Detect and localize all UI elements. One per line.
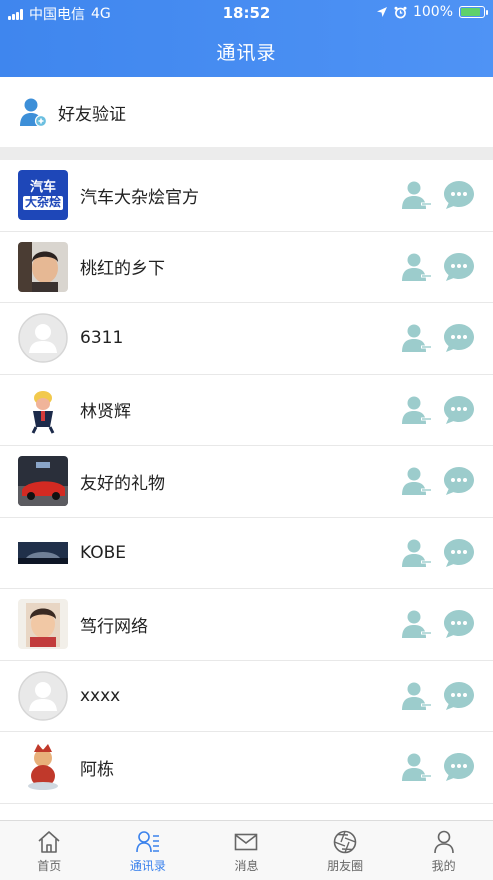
contact-row[interactable]: 桃红的乡下 bbox=[0, 232, 493, 303]
chat-bubble-icon[interactable] bbox=[443, 608, 475, 640]
chat-bubble-icon[interactable] bbox=[443, 751, 475, 783]
contact-row[interactable]: 6311 bbox=[0, 303, 493, 375]
contact-name: 友好的礼物 bbox=[80, 473, 165, 494]
status-right: 100% bbox=[376, 4, 488, 20]
contact-list: 汽车 大杂烩 汽车大杂烩官方 桃红的乡下 6311 林贤辉 友好的礼物 KOBE 笃行网络 xxx… bbox=[0, 160, 493, 820]
contact-avatar[interactable] bbox=[18, 742, 68, 793]
contact-avatar[interactable] bbox=[18, 527, 68, 578]
contact-name: 笃行网络 bbox=[80, 616, 148, 637]
contact-row[interactable]: 友好的礼物 bbox=[0, 446, 493, 518]
section-separator bbox=[0, 147, 493, 160]
alarm-icon bbox=[394, 6, 407, 18]
chat-bubble-icon[interactable] bbox=[443, 465, 475, 497]
tab-home-label: 首页 bbox=[37, 859, 62, 873]
contact-profile-icon[interactable] bbox=[401, 322, 433, 354]
contact-name: xxxx bbox=[80, 685, 121, 706]
tab-bar: 首页 通讯录 消息 朋友圈 我的 bbox=[0, 820, 493, 880]
contact-name: 阿栋 bbox=[80, 759, 114, 780]
contact-name: 汽车大杂烩官方 bbox=[80, 187, 199, 208]
mail-icon bbox=[235, 833, 258, 851]
contacts-icon bbox=[136, 831, 159, 853]
contact-avatar[interactable]: 汽车 大杂烩 bbox=[18, 170, 68, 221]
tab-messages-label: 消息 bbox=[234, 859, 259, 873]
tab-profile-label: 我的 bbox=[431, 859, 456, 873]
tab-contacts-label: 通讯录 bbox=[129, 859, 166, 873]
contact-profile-icon[interactable] bbox=[401, 608, 433, 640]
chat-bubble-icon[interactable] bbox=[443, 537, 475, 569]
contact-profile-icon[interactable] bbox=[401, 394, 433, 426]
contact-name: 6311 bbox=[80, 328, 124, 349]
contact-profile-icon[interactable] bbox=[401, 179, 433, 211]
chat-bubble-icon[interactable] bbox=[443, 394, 475, 426]
contact-avatar[interactable] bbox=[18, 599, 68, 650]
user-add-icon bbox=[20, 98, 48, 128]
tab-messages[interactable]: 消息 bbox=[197, 821, 296, 880]
logo-text-line-1: 汽车 bbox=[29, 179, 56, 195]
top-header: 中国电信 4G 18:52 100% 通讯录 bbox=[0, 0, 493, 77]
aperture-icon bbox=[333, 830, 357, 854]
status-bar: 中国电信 4G 18:52 100% bbox=[0, 0, 493, 26]
contact-profile-icon[interactable] bbox=[401, 680, 433, 712]
chat-bubble-icon[interactable] bbox=[443, 680, 475, 712]
friend-verify-label: 好友验证 bbox=[58, 104, 126, 125]
contact-profile-icon[interactable] bbox=[401, 537, 433, 569]
contact-row[interactable]: xxxx bbox=[0, 661, 493, 732]
chat-bubble-icon[interactable] bbox=[443, 251, 475, 283]
person-icon bbox=[433, 830, 454, 854]
contact-avatar[interactable] bbox=[18, 241, 68, 292]
home-icon bbox=[38, 831, 60, 853]
tab-moments[interactable]: 朋友圈 bbox=[296, 821, 395, 880]
contact-row[interactable]: 林贤辉 bbox=[0, 375, 493, 446]
contact-row[interactable]: 笃行网络 bbox=[0, 589, 493, 661]
page-title: 通讯录 bbox=[216, 42, 277, 64]
contact-profile-icon[interactable] bbox=[401, 751, 433, 783]
contact-name: KOBE bbox=[80, 542, 127, 563]
contact-name: 林贤辉 bbox=[80, 402, 131, 423]
tab-contacts[interactable]: 通讯录 bbox=[99, 821, 198, 880]
chat-bubble-icon[interactable] bbox=[443, 179, 475, 211]
battery-percent: 100% bbox=[412, 4, 453, 20]
contact-avatar[interactable] bbox=[18, 384, 68, 435]
friend-verify-row[interactable]: 好友验证 bbox=[0, 77, 493, 147]
contact-row[interactable]: 汽车 大杂烩 汽车大杂烩官方 bbox=[0, 160, 493, 232]
location-arrow-icon bbox=[376, 7, 387, 17]
contact-name: 桃红的乡下 bbox=[80, 259, 165, 280]
contact-row[interactable]: 阿栋 bbox=[0, 732, 493, 804]
tab-home[interactable]: 首页 bbox=[0, 821, 99, 880]
battery-icon bbox=[459, 6, 488, 18]
chat-bubble-icon[interactable] bbox=[443, 322, 475, 354]
tab-moments-label: 朋友圈 bbox=[327, 859, 364, 873]
battery-fill bbox=[461, 8, 480, 16]
contact-avatar[interactable] bbox=[18, 671, 68, 721]
logo-text-line-2: 大杂烩 bbox=[22, 194, 63, 210]
contact-profile-icon[interactable] bbox=[401, 251, 433, 283]
contact-avatar[interactable] bbox=[18, 456, 68, 507]
contact-avatar[interactable] bbox=[18, 313, 68, 363]
contact-profile-icon[interactable] bbox=[401, 465, 433, 497]
contact-row[interactable]: KOBE bbox=[0, 518, 493, 589]
tab-profile[interactable]: 我的 bbox=[394, 821, 493, 880]
